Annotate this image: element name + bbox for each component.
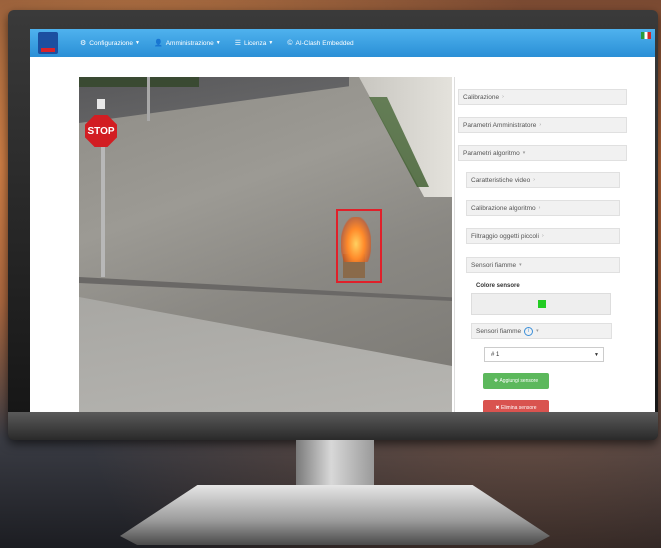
camera-view[interactable]: STOP <box>79 77 452 412</box>
accordion-parametri-algoritmo[interactable]: Parametri algoritmo ▾ <box>458 145 627 161</box>
info-icon[interactable]: i <box>524 326 534 336</box>
accordion-label: Filtraggio oggetti piccoli <box>471 232 539 240</box>
accordion-sensori-fiamme-sub[interactable]: Sensori fiamme i ▾ <box>471 323 612 339</box>
list-icon: ☰ <box>234 40 241 47</box>
nav-label: Amministrazione <box>165 39 214 47</box>
accordion-label: Calibrazione <box>463 93 500 101</box>
delete-sensor-label: Elimina sensore <box>501 405 537 411</box>
monitor-stand-base <box>120 485 550 545</box>
chevron-right-icon: › <box>541 233 544 239</box>
caret-down-icon: ▼ <box>594 351 599 358</box>
stop-sign: STOP <box>85 115 117 147</box>
curb <box>79 277 452 301</box>
nav-label: AI-Clash Embedded <box>295 39 354 47</box>
nav-label: Licenza <box>243 39 267 47</box>
chevron-down-icon: ▾ <box>522 150 526 156</box>
monitor-stand-neck <box>296 440 374 492</box>
chevron-right-icon: › <box>502 94 504 100</box>
screen: ⚙ Configurazione ▼ 👤 Amministrazione ▼ ☰… <box>30 29 655 412</box>
delete-sensor-button[interactable]: ✖ Elimina sensore <box>483 400 549 412</box>
sensor-select-value: # 1 <box>491 351 500 358</box>
user-icon: 👤 <box>153 40 163 47</box>
accordion-label: Parametri Amministratore <box>463 121 537 129</box>
copyright-icon: © <box>287 39 293 47</box>
sensor-color-picker[interactable] <box>471 293 611 315</box>
accordion-sensori-fiamme[interactable]: Sensori fiamme ▾ <box>466 257 620 273</box>
sensor-select[interactable]: # 1 ▼ <box>484 347 604 362</box>
nav-label: Configurazione <box>89 39 134 47</box>
caret-down-icon: ▼ <box>268 40 274 46</box>
lower-road <box>79 297 452 412</box>
add-sensor-button[interactable]: ✚ Aggiungi sensore <box>483 373 549 389</box>
sign-pole <box>101 137 105 277</box>
accordion-caratteristiche-video[interactable]: Caratteristiche video › <box>466 172 620 188</box>
chevron-right-icon: › <box>539 122 541 128</box>
accordion-calibrazione[interactable]: Calibrazione › <box>458 89 627 105</box>
nav-configurazione[interactable]: ⚙ Configurazione ▼ <box>80 39 140 48</box>
accordion-label: Sensori fiamme <box>476 327 522 335</box>
app-logo[interactable] <box>38 32 58 54</box>
caret-down-icon: ▼ <box>135 40 140 46</box>
chevron-right-icon: › <box>533 177 535 183</box>
accordion-label: Parametri algoritmo <box>463 149 520 157</box>
small-sign <box>97 99 105 109</box>
accordion-parametri-amministratore[interactable]: Parametri Amministratore › <box>458 117 627 133</box>
accordion-calibrazione-algoritmo[interactable]: Calibrazione algoritmo › <box>466 200 620 216</box>
chevron-down-icon: ▾ <box>536 328 539 334</box>
italian-flag-icon[interactable] <box>641 32 651 39</box>
nav-licenza[interactable]: ☰ Licenza ▼ <box>234 39 274 48</box>
grass-area <box>79 77 199 87</box>
caret-down-icon: ▼ <box>215 40 221 46</box>
navbar: ⚙ Configurazione ▼ 👤 Amministrazione ▼ ☰… <box>30 29 655 57</box>
accordion-label: Caratteristiche video <box>471 176 531 184</box>
add-sensor-label: Aggiungi sensore <box>499 378 539 384</box>
accordion-filtraggio[interactable]: Filtraggio oggetti piccoli › <box>466 228 620 244</box>
nav-ai-clash[interactable]: © AI-Clash Embedded <box>287 40 353 47</box>
nav-amministrazione[interactable]: 👤 Amministrazione ▼ <box>153 39 221 48</box>
gear-icon: ⚙ <box>80 40 87 47</box>
colore-sensore-label: Colore sensore <box>476 283 520 289</box>
sensor-color-swatch <box>538 300 546 308</box>
pole <box>147 77 150 121</box>
chevron-right-icon: › <box>538 205 541 211</box>
accordion-label: Calibrazione algoritmo <box>471 204 536 212</box>
chevron-down-icon: ▾ <box>519 262 522 268</box>
monitor-bezel-bottom <box>8 412 658 440</box>
fire-detection-box <box>336 209 382 283</box>
accordion-label: Sensori fiamme <box>471 261 517 269</box>
